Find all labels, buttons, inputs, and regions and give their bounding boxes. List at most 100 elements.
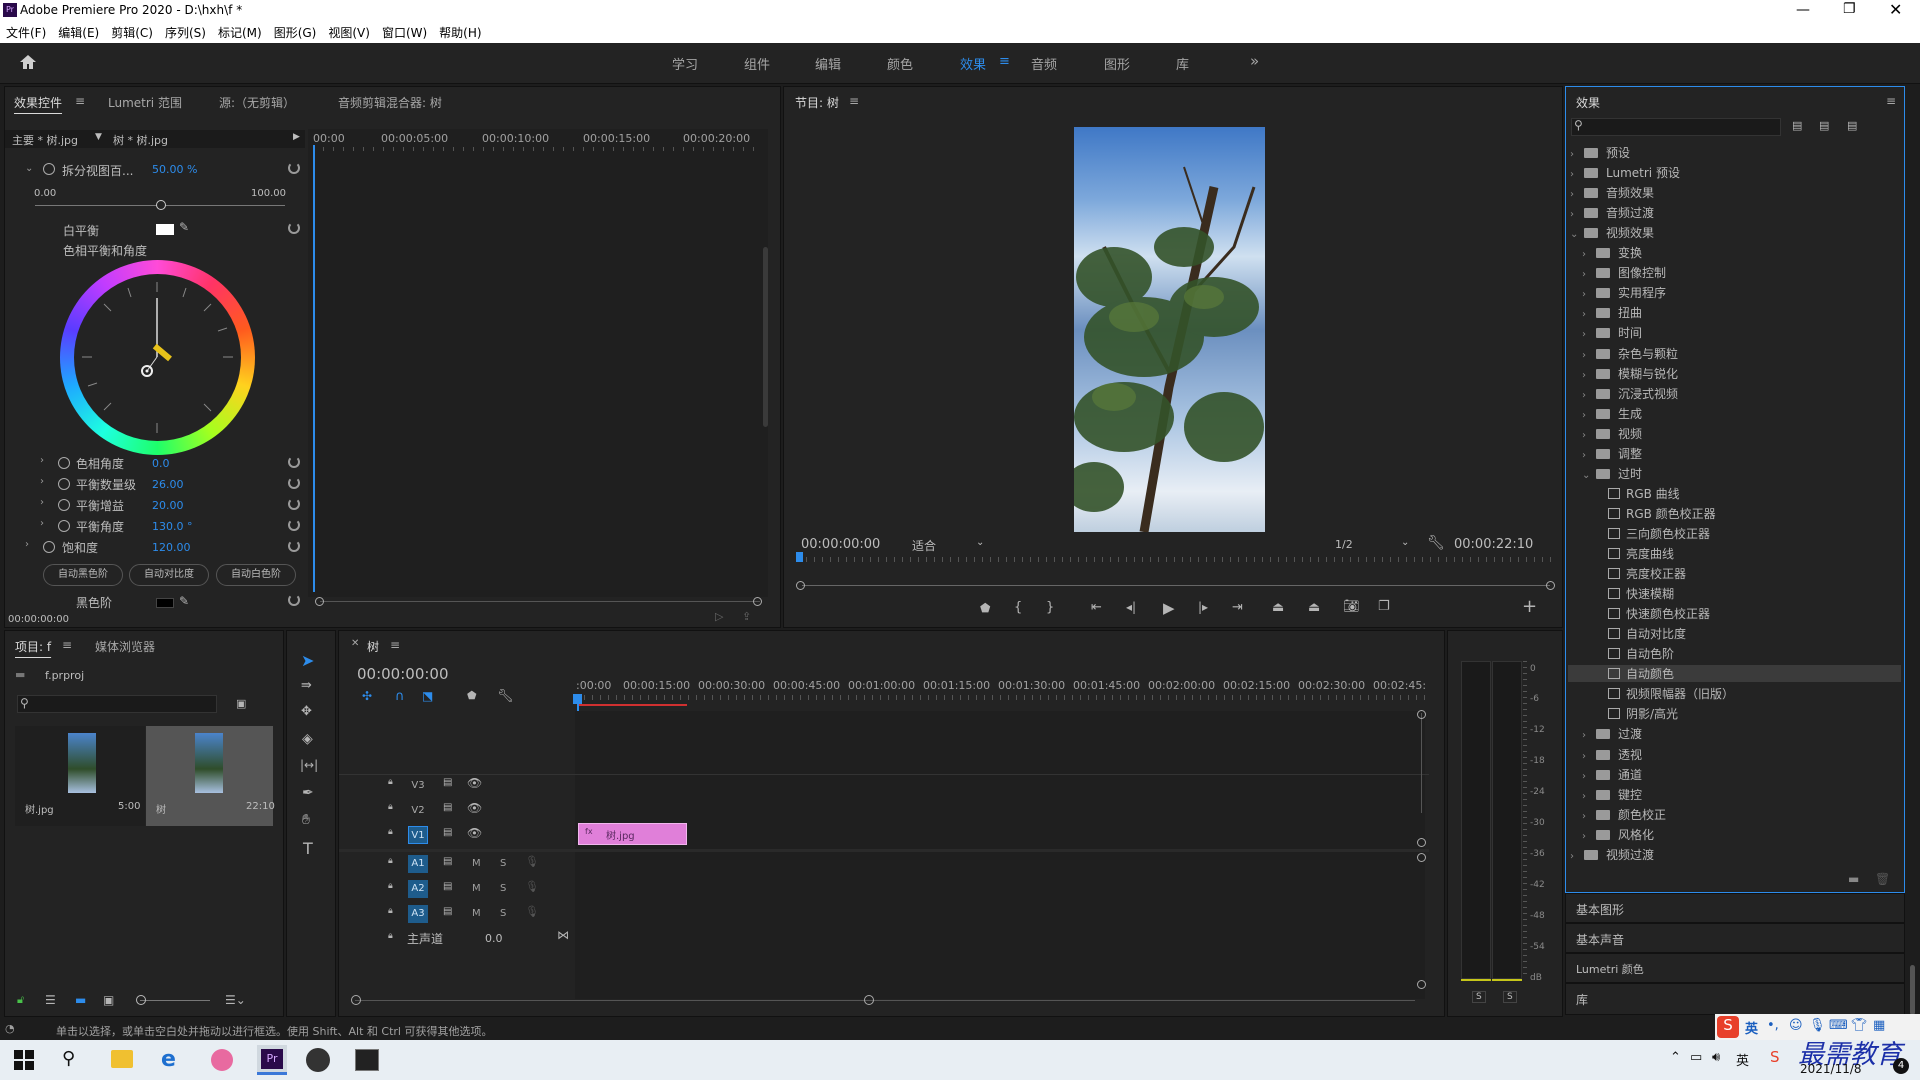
pen-tool-icon[interactable]: ✒ [302, 785, 314, 801]
balance-angle-stopwatch-icon[interactable] [58, 520, 70, 532]
chevron-right-icon[interactable]: › [1582, 811, 1596, 822]
accelerated-effects-icon[interactable]: ▤ [1792, 119, 1802, 132]
balance-mag-value[interactable]: 26.00 [152, 478, 184, 491]
chevron-right-icon[interactable]: › [1582, 771, 1596, 782]
v1-lock-icon[interactable]: 🔒︎ [388, 827, 393, 837]
snap-icon[interactable]: ∩ [395, 689, 405, 704]
ec-playhead[interactable] [313, 145, 315, 592]
balance-mag-reset-icon[interactable] [288, 477, 300, 489]
ime-punct-icon[interactable]: •, [1767, 1018, 1779, 1033]
taskbar-date[interactable]: 2021/11/8 [1800, 1062, 1862, 1076]
workspace-libraries[interactable]: 库 [1176, 54, 1189, 73]
auto-contrast-button[interactable]: 自动对比度 [129, 564, 209, 586]
v2-sync-icon[interactable]: ▤ [443, 802, 452, 813]
workspace-assembly[interactable]: 组件 [744, 54, 770, 73]
right-scrollbar[interactable] [1910, 965, 1915, 1015]
compare-icon[interactable]: ❐ [1378, 599, 1390, 614]
ec-filter-icon[interactable]: ▷ [715, 610, 723, 623]
split-view-value[interactable]: 50.00 % [152, 163, 197, 176]
tl-hscroll[interactable] [355, 1000, 1415, 1001]
meter-solo-left[interactable]: S [1472, 991, 1486, 1003]
white-balance-swatch[interactable] [156, 224, 174, 235]
workspace-editing[interactable]: 编辑 [815, 54, 841, 73]
tl-vscroll-mid2[interactable] [1417, 853, 1426, 862]
go-to-out-icon[interactable]: ⇥ [1232, 600, 1243, 615]
workspace-learn[interactable]: 学习 [672, 54, 698, 73]
v3-eye-icon[interactable]: 👁︎ [467, 776, 482, 790]
workspace-audio[interactable]: 音频 [1031, 54, 1057, 73]
yuv-effects-icon[interactable]: ▤ [1847, 119, 1857, 132]
effect-item[interactable]: 阴影/高光 [1594, 705, 1678, 722]
chevron-right-icon[interactable]: › [1582, 410, 1596, 421]
obs-icon[interactable] [306, 1048, 330, 1072]
tab-source[interactable]: 源:（无剪辑） [219, 94, 295, 111]
taskbar-search-icon[interactable]: ⚲ [62, 1048, 75, 1069]
split-slider-handle[interactable] [156, 200, 166, 210]
project-item-image[interactable]: 树.jpg 5:00 [15, 726, 145, 826]
hue-angle-value[interactable]: 0.0 [152, 457, 170, 470]
step-back-icon[interactable]: ◂| [1126, 600, 1136, 614]
effect-item[interactable]: 快速颜色校正器 [1594, 605, 1710, 622]
black-level-swatch[interactable] [156, 598, 174, 608]
effects-menu-icon[interactable]: ≡ [1886, 94, 1896, 108]
balance-gain-expand-icon[interactable]: › [40, 497, 44, 508]
tl-vscroll-top[interactable] [1417, 710, 1426, 719]
balance-mag-stopwatch-icon[interactable] [58, 478, 70, 490]
add-button-icon[interactable]: + [1522, 596, 1537, 617]
resolution-chevron-icon[interactable]: ⌄ [1401, 537, 1409, 548]
program-timecode[interactable]: 00:00:00:00 [801, 537, 880, 552]
effect-folder[interactable]: › 颜色校正 [1582, 806, 1666, 823]
a2-sync-icon[interactable]: ▤ [443, 881, 452, 892]
lift-icon[interactable]: ⏏ [1272, 600, 1284, 615]
ec-zoom-bar[interactable] [320, 601, 760, 602]
edge-icon[interactable]: e [161, 1047, 176, 1072]
chevron-right-icon[interactable]: › [1570, 851, 1584, 862]
program-zoom-right[interactable] [1546, 581, 1555, 590]
effect-item[interactable]: 三向颜色校正器 [1594, 525, 1710, 542]
chevron-right-icon[interactable]: › [1582, 730, 1596, 741]
effect-folder[interactable]: › 视频过渡 [1570, 846, 1654, 863]
white-balance-reset-icon[interactable] [288, 222, 300, 234]
balance-angle-expand-icon[interactable]: › [40, 518, 44, 529]
ripple-edit-tool-icon[interactable]: ✥ [301, 704, 312, 719]
effect-folder[interactable]: › 实用程序 [1582, 284, 1666, 301]
essential-sound-panel[interactable]: 基本声音 [1565, 923, 1905, 953]
program-zoom-left[interactable] [796, 581, 805, 590]
icon-view-icon[interactable]: ▬ [75, 993, 86, 1007]
razor-tool-icon[interactable]: ◈ [302, 731, 313, 747]
a1-mute[interactable]: M [472, 858, 481, 869]
menu-edit[interactable]: 编辑(E) [52, 21, 105, 41]
effect-folder[interactable]: › 调整 [1582, 445, 1642, 462]
chevron-right-icon[interactable]: › [1582, 249, 1596, 260]
chevron-right-icon[interactable]: › [1582, 350, 1596, 361]
split-expand-icon[interactable]: ⌄ [25, 163, 33, 174]
timeline-tab[interactable]: 树 [367, 638, 379, 655]
effect-folder[interactable]: › 扭曲 [1582, 304, 1642, 321]
effect-folder[interactable]: › 模糊与锐化 [1582, 365, 1678, 382]
effect-folder[interactable]: › 视频 [1582, 425, 1642, 442]
effect-folder[interactable]: › 生成 [1582, 405, 1642, 422]
libraries-panel[interactable]: 库 [1565, 983, 1905, 1015]
effect-item[interactable]: RGB 颜色校正器 [1594, 505, 1716, 522]
balance-angle-value[interactable]: 130.0 ° [152, 520, 193, 533]
app-icon[interactable] [211, 1049, 233, 1071]
list-view-icon[interactable]: ☰ [45, 993, 56, 1007]
v3-sync-icon[interactable]: ▤ [443, 777, 452, 788]
a3-sync-icon[interactable]: ▤ [443, 906, 452, 917]
step-forward-icon[interactable]: |▸ [1198, 600, 1208, 614]
effect-folder[interactable]: › 风格化 [1582, 826, 1654, 843]
effect-folder[interactable]: › 预设 [1570, 144, 1630, 161]
effect-folder[interactable]: › 时间 [1582, 324, 1642, 341]
tab-effect-controls[interactable]: 效果控件 [14, 94, 62, 111]
effect-item[interactable]: 自动色阶 [1594, 645, 1674, 662]
sogou-icon[interactable]: S [1717, 1016, 1739, 1038]
a2-mic-icon[interactable]: 🎙︎ [525, 880, 539, 893]
track-select-tool-icon[interactable]: ⇛ [301, 678, 312, 693]
type-tool-icon[interactable]: T [303, 839, 313, 858]
a1-sync-icon[interactable]: ▤ [443, 856, 452, 867]
lock-icon[interactable]: 🔓︎ [17, 993, 24, 1007]
program-playhead[interactable] [796, 552, 803, 562]
work-area-bar[interactable] [577, 704, 687, 706]
chevron-right-icon[interactable]: › [1582, 329, 1596, 340]
v3-target[interactable]: V3 [408, 777, 428, 795]
